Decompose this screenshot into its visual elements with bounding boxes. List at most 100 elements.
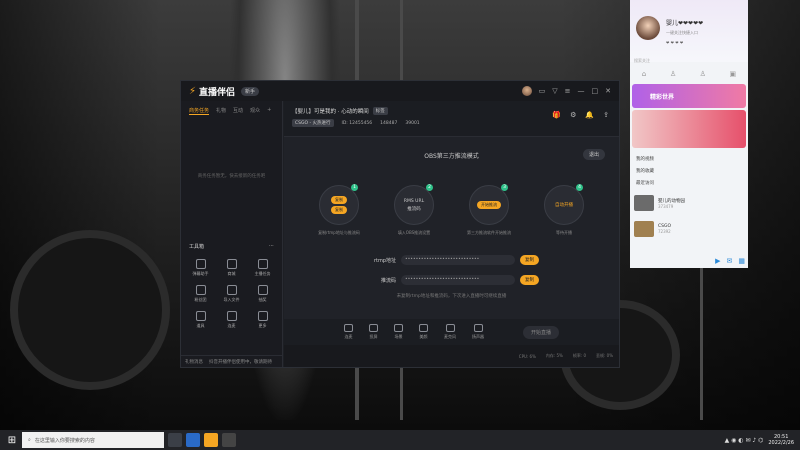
link-mic-button[interactable]: 连麦	[344, 324, 353, 340]
side-item-favorites[interactable]: 我的收藏	[636, 168, 654, 174]
home-icon[interactable]: ⌂	[642, 70, 646, 78]
props-icon	[195, 311, 206, 321]
friends-icon[interactable]: ♙	[700, 70, 706, 78]
tool-fans[interactable]: 粉丝团	[185, 285, 216, 303]
step-number: 3	[501, 184, 508, 191]
live-app-icon[interactable]	[204, 433, 218, 447]
tools-title: 工具箱	[189, 244, 205, 250]
system-tray: ▲ ◉ ◐ ✉ ♪ ⌬ 20:51 2022/2/26	[725, 434, 800, 446]
follow-item[interactable]: CSGO 72392	[634, 218, 744, 240]
room-tag[interactable]: 标签	[372, 107, 388, 115]
hint-text: 未复制rtmp地址和推流码，下次进入直播时可继续直播	[396, 294, 507, 299]
gift-message-label[interactable]: 礼物消息	[185, 359, 203, 365]
step-3: 3 开始推流 第三方推流软件开始推流	[458, 184, 520, 236]
follow-item[interactable]: 婴儿的动物园 373479	[634, 192, 744, 214]
windows-start-icon[interactable]: ⊞	[4, 435, 20, 446]
beauty-button[interactable]: 美颜	[419, 324, 428, 340]
message-icon[interactable]: ▭	[539, 87, 546, 95]
tools-more-icon[interactable]: ⋯	[269, 243, 274, 250]
tray-icons[interactable]: ▲ ◉ ◐ ✉ ♪ ⌬	[725, 437, 764, 444]
taskbar-apps	[168, 433, 236, 447]
gift-icon[interactable]: 🎁	[552, 111, 561, 119]
more-icon	[257, 311, 268, 321]
chat-icon[interactable]: ▣	[730, 70, 737, 78]
settings-icon[interactable]: ⚙	[570, 111, 576, 119]
side-nav: ⌂ ♙ ♙ ▣	[630, 70, 748, 78]
user-icon[interactable]: ♙	[670, 70, 676, 78]
copy-pill: 复制	[331, 196, 347, 204]
profile-name: 婴儿❤❤❤❤❤	[666, 20, 704, 27]
steps: 1 复制 复制 复制rtmp地址与推流码 2 RMS URL 推流码 填入OBS推流设置…	[308, 184, 595, 236]
key-row: 推流码 •••••••••••••••••••••••••••• 复制	[364, 275, 539, 285]
close-icon[interactable]: ✕	[605, 87, 611, 95]
mail-icon[interactable]: ✉	[727, 257, 733, 265]
key-input[interactable]: ••••••••••••••••••••••••••••	[401, 275, 515, 285]
tool-more[interactable]: 更多	[247, 311, 278, 329]
guide-button[interactable]: 新手	[241, 86, 260, 96]
minimize-icon[interactable]: —	[578, 87, 585, 95]
rtmp-row: rtmp地址 •••••••••••••••••••••••••••• 复制	[364, 255, 539, 265]
side-item-recent[interactable]: 最近访问	[636, 180, 654, 186]
room-likes: 39001	[405, 120, 420, 126]
tool-label: 弹幕助手	[192, 271, 209, 276]
tab-audience[interactable]: 观众	[250, 107, 260, 115]
filter-icon[interactable]: ▽	[552, 87, 557, 95]
wallpaper-plate	[10, 230, 170, 390]
tool-danmu[interactable]: 弹幕助手	[185, 259, 216, 277]
room-category[interactable]: CSGO - 火热进行	[292, 119, 334, 127]
tool-label: 更多	[258, 323, 267, 328]
step-number: 2	[426, 184, 433, 191]
tab-gifts[interactable]: 礼物	[216, 107, 226, 115]
tool-label: 抽奖	[258, 297, 267, 302]
step-1: 1 复制 复制 复制rtmp地址与推流码	[308, 184, 370, 236]
obs-icon[interactable]	[222, 433, 236, 447]
room-title[interactable]: 【婴儿】可是我的 · 心动的瞬间	[292, 107, 369, 115]
step-desc: 第三方推流软件开始推流	[467, 230, 511, 235]
add-tab-icon[interactable]: +	[267, 107, 271, 115]
tool-link[interactable]: 连麦	[216, 311, 247, 329]
user-avatar[interactable]	[521, 86, 532, 96]
task-view-icon[interactable]	[168, 433, 182, 447]
explorer-icon[interactable]	[186, 433, 200, 447]
profile-avatar[interactable]	[636, 16, 660, 40]
toolbar-label: 投屏	[369, 334, 378, 339]
tab-interact[interactable]: 互动	[233, 107, 243, 115]
tool-lottery[interactable]: 抽奖	[247, 285, 278, 303]
step-desc: 复制rtmp地址与推流码	[318, 230, 360, 235]
profile-badges: ❤ ❤ ❤ ❤	[666, 40, 684, 45]
follow-sub: 72392	[658, 229, 671, 234]
share-icon[interactable]: ⇪	[603, 111, 609, 119]
title-bar: ⚡ 直播伴侣 新手 ▭ ▽ ≡ — □ ✕	[181, 81, 619, 101]
tool-store[interactable]: 商城	[216, 259, 247, 277]
taskbar-search[interactable]: ⌕ 在这里输入你要搜索的内容	[22, 432, 164, 448]
banner-world[interactable]: 精彩世界	[632, 84, 746, 108]
tool-props[interactable]: 道具	[185, 311, 216, 329]
rtmp-input[interactable]: ••••••••••••••••••••••••••••	[401, 255, 515, 265]
scene-button[interactable]: 场景	[394, 324, 403, 340]
video-icon[interactable]: ▶	[715, 257, 720, 265]
side-search[interactable]: 搜索关注	[634, 58, 744, 66]
status-fps: 帧率: 0	[572, 353, 587, 358]
side-item-videos[interactable]: 我的视频	[636, 156, 654, 162]
mic-button[interactable]: 麦克风	[444, 324, 456, 340]
left-panel: 商务任务 礼物 互动 观众 + 商务任务暂无，快去接新的任务吧 工具箱 ⋯ 弹幕…	[181, 101, 283, 367]
copy-rtmp-button[interactable]: 复制	[520, 255, 539, 265]
exit-button[interactable]: 退出	[582, 149, 605, 160]
room-viewers: 148487	[380, 120, 398, 126]
maximize-icon[interactable]: □	[592, 87, 599, 95]
speaker-button[interactable]: 扬声器	[472, 324, 484, 340]
start-live-button[interactable]: 开始直播	[522, 325, 559, 339]
cast-button[interactable]: 投屏	[369, 324, 378, 340]
tool-tasks[interactable]: 主播任务	[247, 259, 278, 277]
tab-tasks[interactable]: 商务任务	[189, 107, 210, 115]
mic-icon	[445, 324, 455, 332]
copy-key-button[interactable]: 复制	[520, 275, 539, 285]
tool-label: 商城	[227, 271, 236, 276]
menu-icon[interactable]: ≡	[565, 87, 571, 95]
app-name: 直播伴侣	[199, 87, 236, 98]
banner-promo[interactable]	[632, 110, 746, 148]
bell-icon[interactable]: 🔔	[585, 111, 594, 119]
clock[interactable]: 20:51 2022/2/26	[768, 434, 794, 446]
app-icon[interactable]: ▦	[738, 257, 745, 265]
tool-import[interactable]: 导入文件	[216, 285, 247, 303]
